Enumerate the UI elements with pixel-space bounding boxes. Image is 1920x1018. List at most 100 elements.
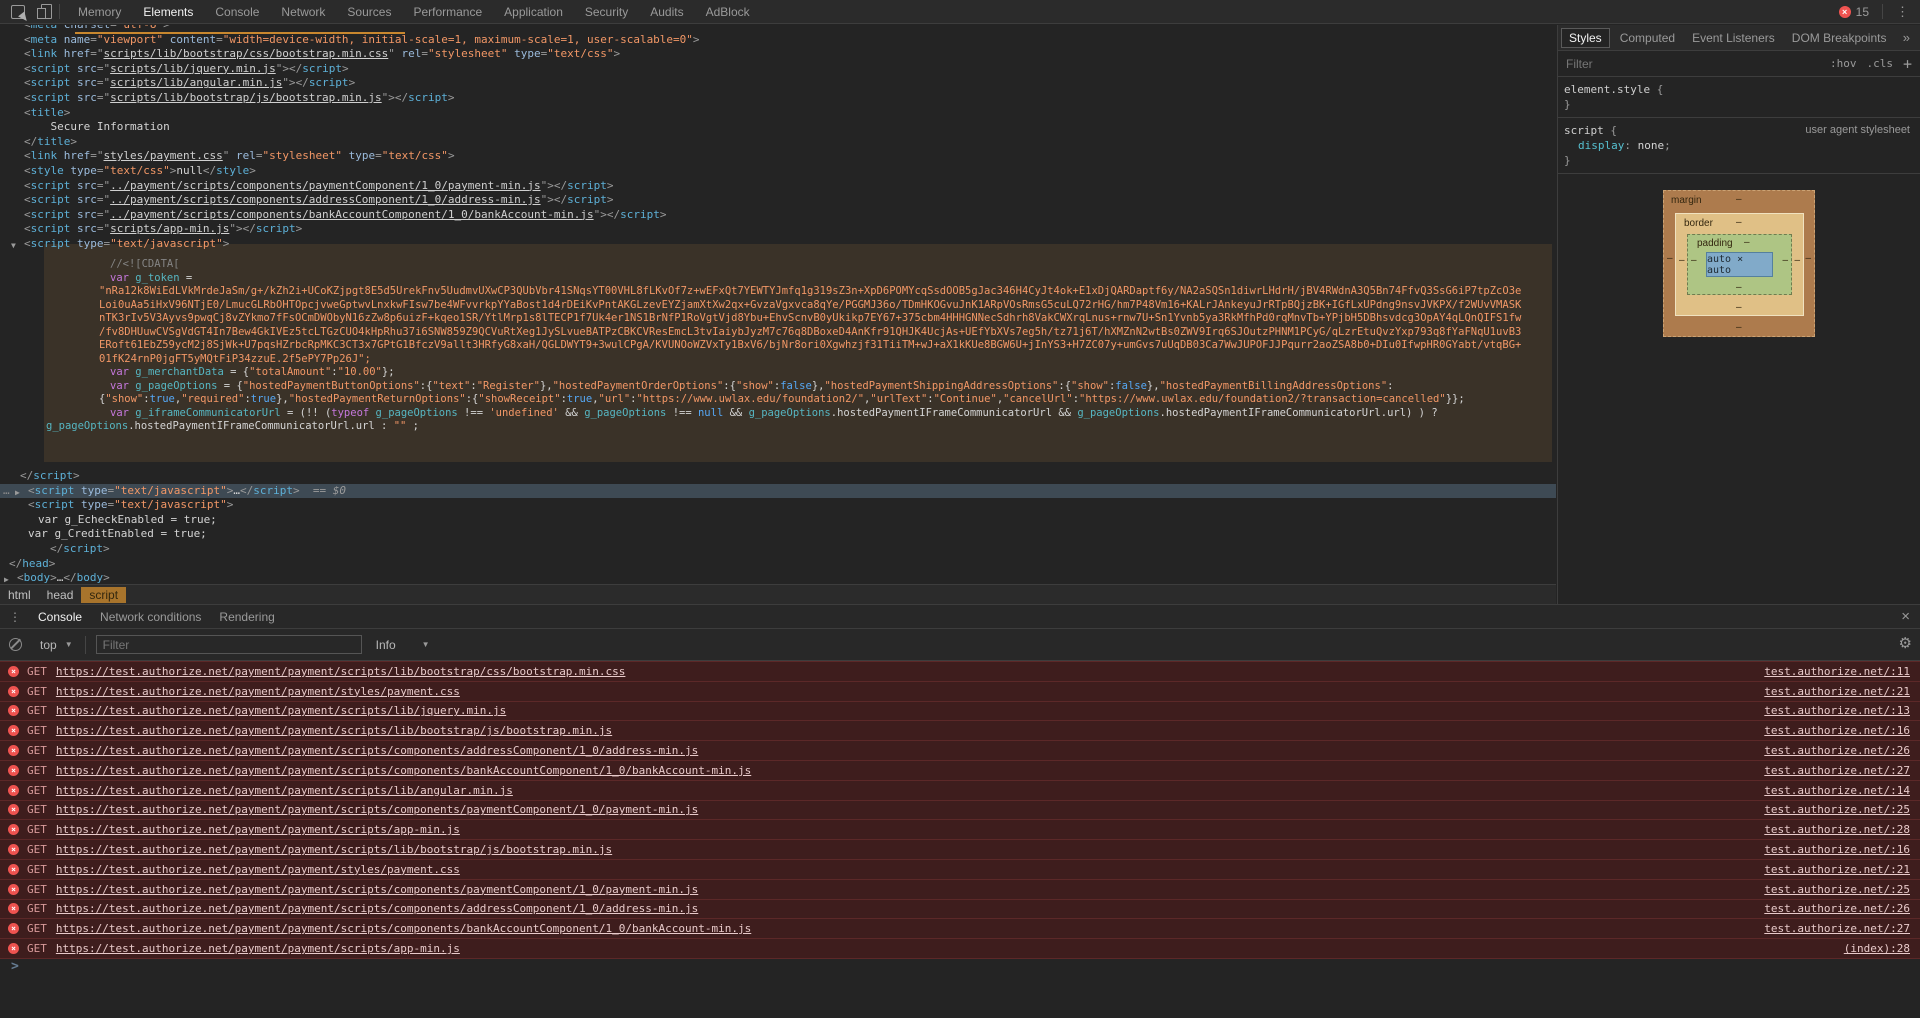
code-line[interactable]: var g_merchantData = {"totalAmount":"10.… (44, 366, 1554, 380)
source-location-link[interactable]: (index):28 (1844, 942, 1920, 955)
tab-network[interactable]: Network (270, 0, 336, 24)
style-rule-script[interactable]: script { user agent stylesheet display: … (1558, 118, 1920, 174)
sidebar-tab-dom-breakpoints[interactable]: DOM Breakpoints (1785, 29, 1894, 47)
selected-node-row[interactable]: ▶… <script type="text/javascript">…</scri… (0, 483, 1556, 499)
inspect-element-icon[interactable] (11, 4, 25, 19)
request-url-link[interactable]: https://test.authorize.net/payment/payme… (56, 883, 698, 896)
source-location-link[interactable]: test.authorize.net/:26 (1764, 744, 1920, 757)
request-url-link[interactable]: https://test.authorize.net/payment/payme… (56, 942, 460, 955)
code-line[interactable]: <script src="scripts/lib/jquery.min.js">… (0, 62, 1556, 77)
style-rule-element[interactable]: element.style { } (1558, 77, 1920, 118)
source-location-link[interactable]: test.authorize.net/:13 (1764, 704, 1920, 717)
tab-application[interactable]: Application (493, 0, 574, 24)
request-url-link[interactable]: https://test.authorize.net/payment/payme… (56, 823, 460, 836)
code-line[interactable]: var g_EcheckEnabled = true; (0, 513, 1556, 528)
code-line[interactable]: g_pageOptions.hostedPaymentIFrameCommuni… (44, 420, 1554, 434)
error-count-badge[interactable]: × 15 (1838, 5, 1869, 19)
source-location-link[interactable]: test.authorize.net/:27 (1764, 764, 1920, 777)
source-location-link[interactable]: test.authorize.net/:16 (1764, 724, 1920, 737)
code-line[interactable]: <script src="../payment/scripts/componen… (0, 193, 1556, 208)
clear-console-icon[interactable] (9, 638, 22, 651)
breadcrumb-item-head[interactable]: head (39, 587, 82, 603)
request-url-link[interactable]: https://test.authorize.net/payment/payme… (56, 922, 751, 935)
code-line[interactable]: </script> (0, 469, 1556, 484)
code-line[interactable]: ERoft61EbZ59ycM2j8SjWk+U7pqsHZrbcRpMKC3C… (44, 339, 1554, 353)
request-url-link[interactable]: https://test.authorize.net/payment/payme… (56, 685, 460, 698)
code-line[interactable]: {"show":true,"required":true},"hostedPay… (44, 393, 1554, 407)
code-line[interactable]: <style type="text/css">null</style> (0, 164, 1556, 179)
sidebar-tab-computed[interactable]: Computed (1613, 29, 1682, 47)
request-url-link[interactable]: https://test.authorize.net/payment/payme… (56, 784, 513, 797)
code-line[interactable]: var g_token = (44, 272, 1554, 286)
code-line[interactable]: <script src="scripts/app-min.js"></scrip… (0, 222, 1556, 237)
drawer-menu-icon[interactable]: ⋮ (0, 610, 29, 624)
sidebar-tab-event-listeners[interactable]: Event Listeners (1685, 29, 1782, 47)
tab-security[interactable]: Security (574, 0, 639, 24)
code-line[interactable]: ▼ <script type="text/javascript"> (0, 237, 1556, 252)
request-url-link[interactable]: https://test.authorize.net/payment/payme… (56, 863, 460, 876)
code-line[interactable]: Secure Information (0, 120, 1556, 135)
console-prompt[interactable]: > (0, 959, 19, 974)
request-url-link[interactable]: https://test.authorize.net/payment/payme… (56, 724, 612, 737)
code-line[interactable]: <script src="../payment/scripts/componen… (0, 208, 1556, 223)
code-line[interactable]: ▶ <body>…</body> (0, 571, 1556, 584)
box-model-border[interactable]: border – – – – padding – – – – auto × au… (1675, 213, 1804, 316)
box-model-content[interactable]: auto × auto (1706, 252, 1773, 277)
new-style-rule-button[interactable]: + (1903, 55, 1912, 73)
console-tab-network-conditions[interactable]: Network conditions (91, 610, 210, 624)
source-location-link[interactable]: test.authorize.net/:21 (1764, 863, 1920, 876)
source-location-link[interactable]: test.authorize.net/:28 (1764, 823, 1920, 836)
request-url-link[interactable]: https://test.authorize.net/payment/payme… (56, 902, 698, 915)
console-tab-console[interactable]: Console (29, 610, 91, 624)
breadcrumb-item-script[interactable]: script (81, 586, 127, 603)
request-url-link[interactable]: https://test.authorize.net/payment/payme… (56, 744, 698, 757)
device-toolbar-icon[interactable] (37, 4, 52, 19)
console-settings-gear-icon[interactable]: ⚙ (1899, 634, 1912, 652)
source-location-link[interactable]: test.authorize.net/:14 (1764, 784, 1920, 797)
code-line[interactable]: </title> (0, 135, 1556, 150)
code-line[interactable]: var g_CreditEnabled = true; (0, 527, 1556, 542)
console-tab-rendering[interactable]: Rendering (210, 610, 283, 624)
tab-adblock[interactable]: AdBlock (695, 0, 761, 24)
log-level-select[interactable]: Info ▼ (368, 638, 438, 652)
code-line[interactable]: /fv8DHUuwCVSgVdGT4In7Bew4GkIVEz5tcLTGzCU… (44, 326, 1554, 340)
code-line[interactable]: <link href="scripts/lib/bootstrap/css/bo… (0, 47, 1556, 62)
box-model-margin[interactable]: margin – – – – border – – – – padding – … (1663, 190, 1815, 337)
pseudo-button-cls[interactable]: .cls (1866, 57, 1893, 70)
tab-console[interactable]: Console (204, 0, 270, 24)
tab-elements[interactable]: Elements (132, 0, 204, 24)
code-line[interactable]: </head> (0, 557, 1556, 572)
tab-sources[interactable]: Sources (336, 0, 402, 24)
code-line[interactable]: 01fK24rnP0jgFT5yMQtFiP34zzuE.2f5ePY7Pp26… (44, 353, 1554, 367)
code-line[interactable]: <script src="scripts/lib/bootstrap/js/bo… (0, 91, 1556, 106)
source-location-link[interactable]: test.authorize.net/:21 (1764, 685, 1920, 698)
source-location-link[interactable]: test.authorize.net/:27 (1764, 922, 1920, 935)
styles-filter-input[interactable]: Filter (1558, 57, 1593, 71)
request-url-link[interactable]: https://test.authorize.net/payment/payme… (56, 704, 506, 717)
code-line[interactable]: var g_iframeCommunicatorUrl = (!! (typeo… (44, 407, 1554, 421)
more-tabs-icon[interactable]: » (1903, 30, 1920, 45)
code-line[interactable]: "nRa12k8WiEdLVkMrdeJaSm/g+/kZh2i+UCoKZjp… (44, 285, 1554, 299)
source-location-link[interactable]: test.authorize.net/:16 (1764, 843, 1920, 856)
execution-context-select[interactable]: top ▼ (32, 638, 81, 652)
more-menu-icon[interactable]: ⋮ (1890, 4, 1920, 20)
sidebar-tab-styles[interactable]: Styles (1561, 27, 1610, 48)
code-line[interactable]: <script type="text/javascript"> (0, 498, 1556, 513)
source-location-link[interactable]: test.authorize.net/:26 (1764, 902, 1920, 915)
code-line[interactable]: </script> (0, 542, 1556, 557)
source-location-link[interactable]: test.authorize.net/:25 (1764, 803, 1920, 816)
request-url-link[interactable]: https://test.authorize.net/payment/payme… (56, 665, 626, 678)
pseudo-button-hov[interactable]: :hov (1830, 57, 1857, 70)
expand-arrow-icon[interactable]: ▶ (4, 573, 9, 584)
code-line[interactable]: var g_pageOptions = {"hostedPaymentButto… (44, 380, 1554, 394)
source-location-link[interactable]: test.authorize.net/:11 (1764, 665, 1920, 678)
tab-memory[interactable]: Memory (67, 0, 132, 24)
request-url-link[interactable]: https://test.authorize.net/payment/payme… (56, 843, 612, 856)
code-line[interactable] (44, 447, 1554, 461)
tab-performance[interactable]: Performance (402, 0, 493, 24)
console-filter-input[interactable]: Filter (95, 635, 362, 654)
code-line[interactable]: <meta charset="utf-8"> (0, 25, 1556, 33)
code-line[interactable]: <title> (0, 106, 1556, 121)
source-location-link[interactable]: test.authorize.net/:25 (1764, 883, 1920, 896)
code-line[interactable]: <script src="../payment/scripts/componen… (0, 179, 1556, 194)
